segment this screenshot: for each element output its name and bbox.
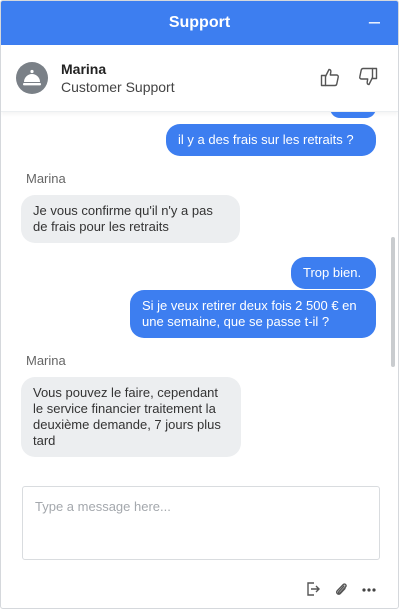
end-chat-button[interactable] [305, 581, 321, 602]
chat-header: Support – [1, 1, 398, 45]
agent-name: Marina [61, 61, 107, 77]
thumbs-up-icon [320, 68, 339, 87]
message-list[interactable]: il y a des frais sur les retraits ? Mari… [1, 112, 398, 462]
message-bubble-user [330, 112, 376, 118]
message-input[interactable] [22, 486, 380, 560]
more-icon [362, 588, 376, 592]
message-sender: Marina [26, 353, 66, 368]
thumbs-up-button[interactable] [320, 67, 340, 92]
attach-button[interactable] [334, 581, 348, 602]
exit-icon [307, 582, 320, 596]
thumbs-down-icon [359, 67, 378, 86]
agent-info: Marina Customer Support [61, 61, 175, 95]
message-bubble-agent: Je vous confirme qu'il n'y a pas de frai… [21, 195, 240, 243]
message-scrollbar[interactable] [391, 237, 395, 367]
chat-widget: Support – Marina Customer Support il y a… [0, 0, 399, 609]
message-bubble-user: Si je veux retirer deux fois 2 500 € en … [130, 290, 376, 338]
agent-role: Customer Support [61, 79, 175, 95]
message-bubble-user: Trop bien. [291, 257, 376, 289]
more-options-button[interactable] [361, 581, 377, 602]
bell-icon [23, 69, 41, 86]
message-bubble-agent: Vous pouvez le faire, cependant le servi… [21, 377, 241, 457]
paperclip-icon [336, 583, 347, 595]
message-sender: Marina [26, 171, 66, 186]
message-bubble-user: il y a des frais sur les retraits ? [166, 124, 376, 156]
agent-bar: Marina Customer Support [1, 45, 398, 112]
minimize-button[interactable]: – [369, 12, 380, 32]
agent-avatar [16, 62, 48, 94]
chat-title: Support [168, 14, 231, 31]
thumbs-down-button[interactable] [358, 67, 378, 92]
